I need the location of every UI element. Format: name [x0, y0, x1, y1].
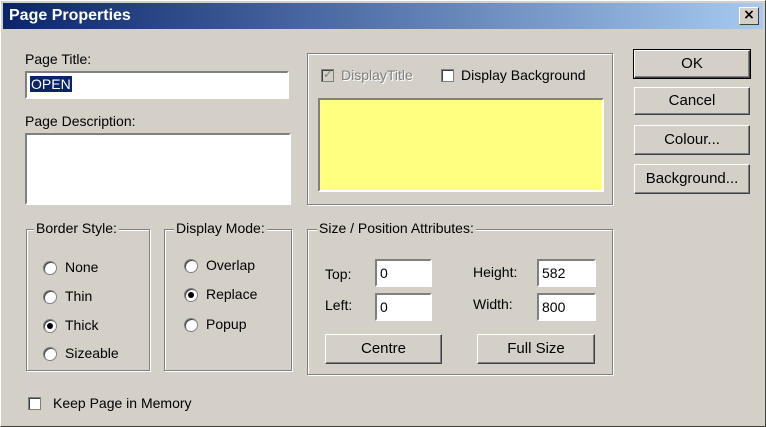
left-value: 0 — [380, 299, 388, 315]
full-size-button[interactable]: Full Size — [477, 334, 595, 364]
height-input[interactable]: 582 — [537, 259, 596, 287]
border-none-label: None — [65, 259, 99, 275]
mode-popup-radio[interactable] — [184, 318, 198, 332]
mode-overlap-label: Overlap — [206, 257, 256, 273]
page-description-label: Page Description: — [25, 113, 136, 129]
title-bar[interactable]: Page Properties × — [3, 3, 763, 29]
page-title-label: Page Title: — [25, 51, 92, 67]
window-title: Page Properties — [9, 7, 131, 24]
keep-in-memory-checkbox[interactable] — [28, 397, 41, 410]
width-input[interactable]: 800 — [537, 293, 596, 321]
top-label: Top: — [325, 266, 352, 282]
ok-button[interactable]: OK — [633, 49, 751, 79]
background-button[interactable]: Background... — [634, 164, 750, 194]
width-value: 800 — [542, 299, 566, 315]
left-label: Left: — [325, 297, 353, 313]
colour-preview — [318, 98, 604, 192]
border-thin-radio[interactable] — [43, 290, 57, 304]
display-mode-legend: Display Mode: — [174, 220, 267, 236]
mode-replace-label: Replace — [206, 286, 258, 302]
mode-overlap-radio[interactable] — [184, 259, 198, 273]
page-description-input[interactable] — [25, 133, 291, 205]
height-label: Height: — [473, 264, 518, 280]
display-title-label: DisplayTitle — [341, 67, 413, 83]
border-thick-label: Thick — [65, 317, 99, 333]
centre-button[interactable]: Centre — [325, 334, 442, 364]
width-label: Width: — [473, 296, 513, 312]
mode-popup-label: Popup — [206, 316, 247, 332]
border-thick-radio[interactable] — [43, 319, 57, 333]
border-sizeable-radio[interactable] — [43, 347, 57, 361]
display-background-checkbox[interactable] — [441, 69, 454, 82]
colour-button[interactable]: Colour... — [634, 125, 750, 155]
page-properties-dialog: Page Properties × Page Title: OPEN Page … — [0, 0, 766, 427]
cancel-button[interactable]: Cancel — [634, 87, 750, 115]
border-none-radio[interactable] — [43, 261, 57, 275]
page-title-value: OPEN — [30, 76, 72, 92]
page-title-input[interactable]: OPEN — [25, 71, 289, 99]
border-style-legend: Border Style: — [34, 220, 119, 236]
border-thin-label: Thin — [65, 288, 93, 304]
display-title-checkbox[interactable]: ✓ — [321, 67, 334, 82]
close-button[interactable]: × — [739, 7, 759, 25]
keep-in-memory-label: Keep Page in Memory — [53, 395, 192, 411]
top-input[interactable]: 0 — [375, 259, 432, 287]
mode-replace-radio[interactable] — [184, 288, 198, 302]
height-value: 582 — [542, 265, 566, 281]
checkmark-icon: ✓ — [323, 67, 334, 81]
left-input[interactable]: 0 — [375, 293, 432, 321]
display-background-label: Display Background — [461, 67, 586, 83]
colour-preview-fill — [320, 100, 602, 190]
border-sizeable-label: Sizeable — [65, 345, 119, 361]
size-position-legend: Size / Position Attributes: — [317, 220, 476, 236]
top-value: 0 — [380, 265, 388, 281]
